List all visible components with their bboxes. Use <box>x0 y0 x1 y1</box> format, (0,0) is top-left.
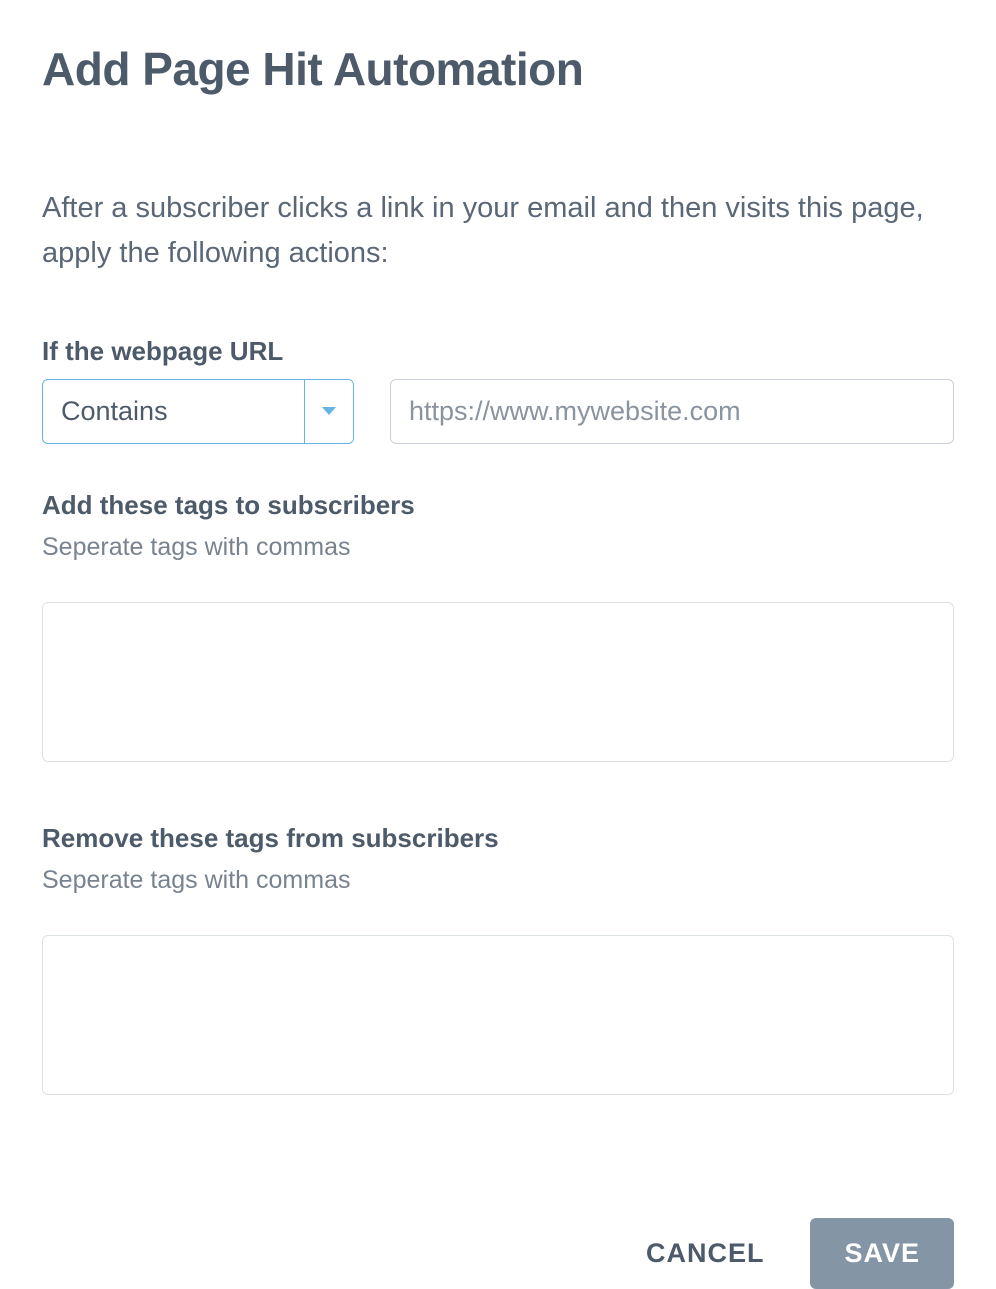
add-tags-sublabel: Seperate tags with commas <box>42 533 954 562</box>
url-condition-label: If the webpage URL <box>42 336 954 367</box>
url-condition-select-toggle[interactable] <box>305 380 353 443</box>
intro-text: After a subscriber clicks a link in your… <box>42 186 954 276</box>
url-condition-section: If the webpage URL Contains <box>42 336 954 444</box>
url-row: Contains <box>42 379 954 444</box>
page-title: Add Page Hit Automation <box>42 42 954 96</box>
save-button[interactable]: SAVE <box>810 1218 954 1289</box>
cancel-button[interactable]: CANCEL <box>640 1230 771 1277</box>
add-tags-section: Add these tags to subscribers Seperate t… <box>42 490 954 815</box>
url-condition-select[interactable]: Contains <box>42 379 354 444</box>
url-condition-select-value[interactable]: Contains <box>43 380 305 443</box>
remove-tags-label: Remove these tags from subscribers <box>42 823 954 854</box>
remove-tags-sublabel: Seperate tags with commas <box>42 866 954 895</box>
chevron-down-icon <box>322 407 336 415</box>
add-tags-input[interactable] <box>42 602 954 762</box>
remove-tags-input[interactable] <box>42 935 954 1095</box>
remove-tags-section: Remove these tags from subscribers Seper… <box>42 823 954 1148</box>
add-tags-label: Add these tags to subscribers <box>42 490 954 521</box>
url-input[interactable] <box>390 379 954 444</box>
dialog-footer: CANCEL SAVE <box>42 1218 954 1289</box>
